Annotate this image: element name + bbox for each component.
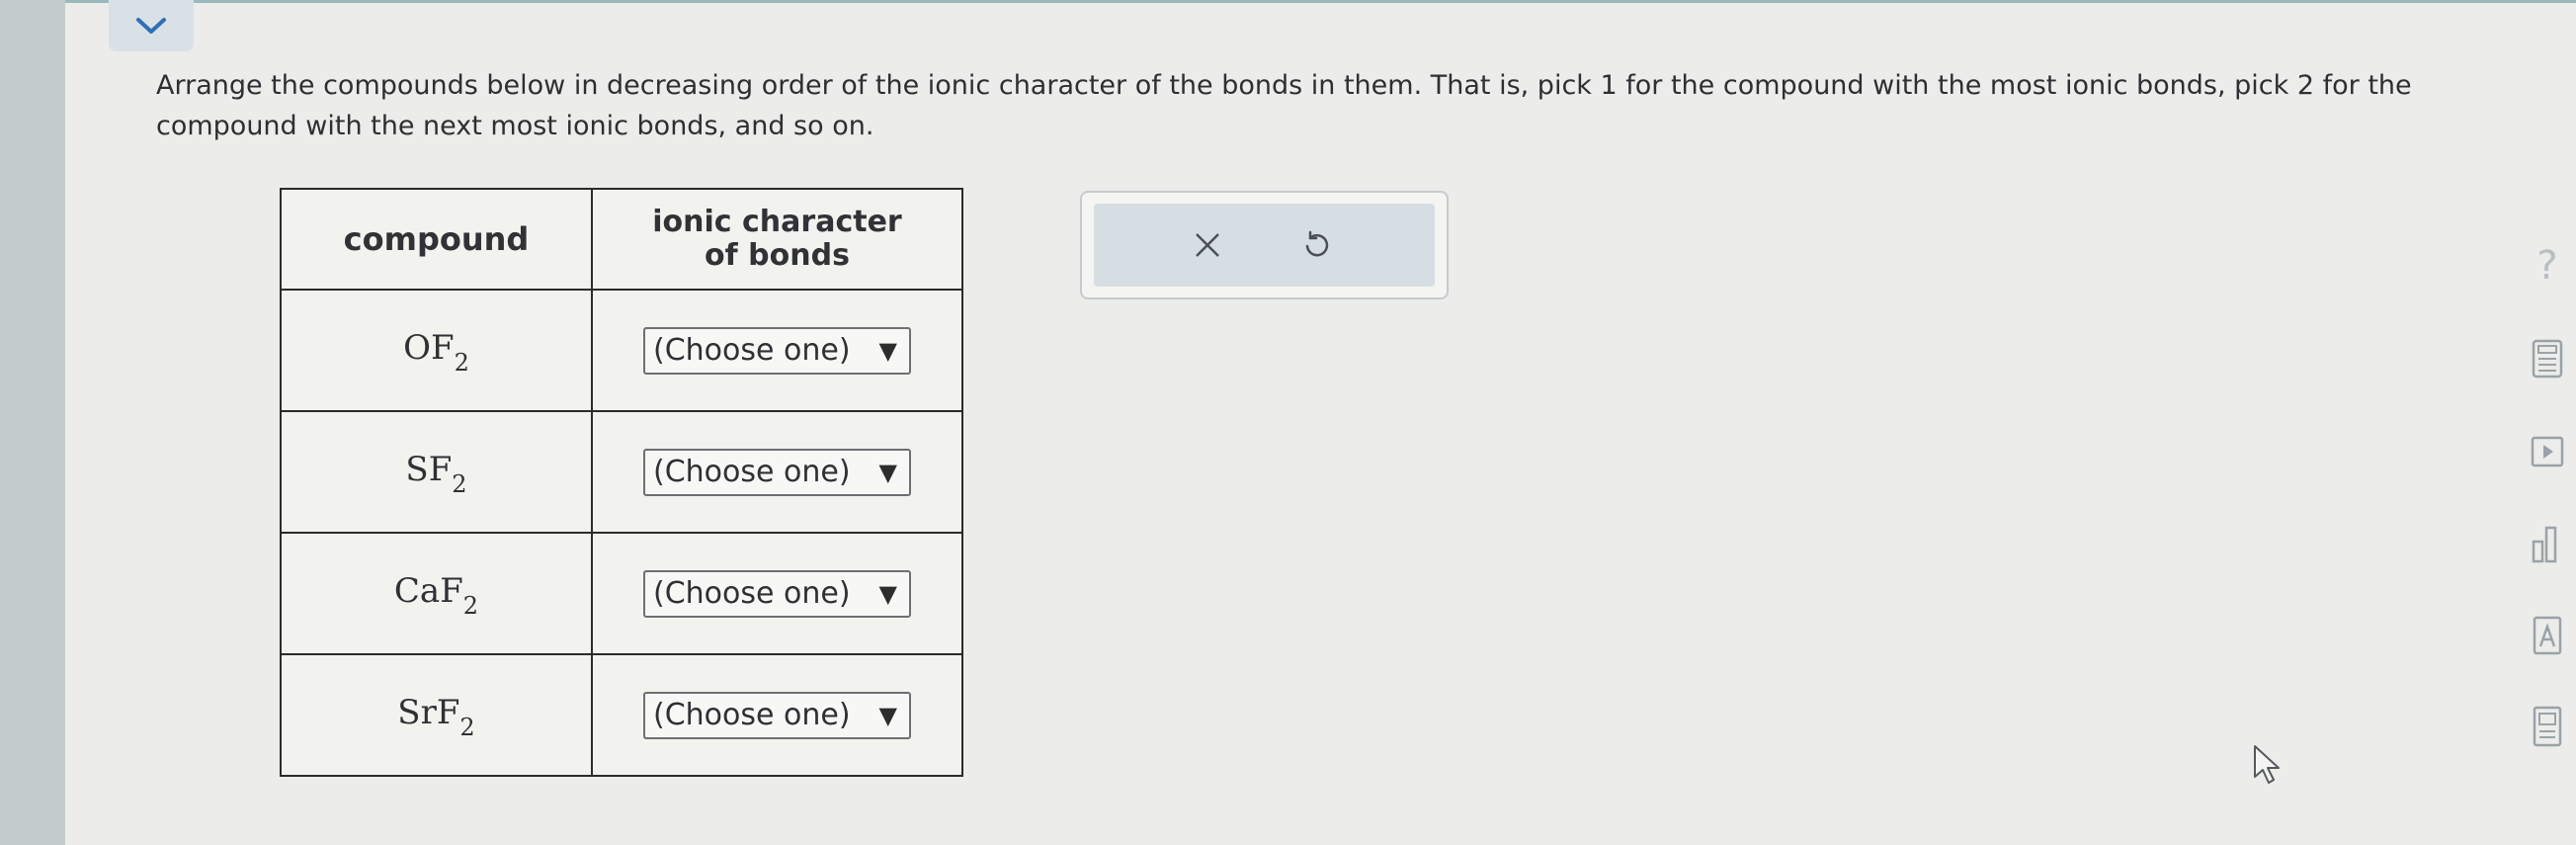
header-ionic-line1: ionic character	[652, 205, 902, 239]
table-row: SF2 (Choose one) ▼	[280, 410, 963, 534]
rank-select[interactable]: (Choose one) ▼	[643, 569, 911, 618]
top-divider	[65, 0, 2576, 3]
dropdown-arrow-icon: ▼	[878, 458, 897, 486]
rank-select-value: (Choose one)	[653, 698, 851, 732]
collapse-button[interactable]	[109, 0, 194, 51]
answer-actions	[1080, 191, 1449, 299]
rank-select-value: (Choose one)	[653, 333, 851, 368]
clear-button[interactable]	[1148, 204, 1267, 287]
table-row: OF2 (Choose one) ▼	[280, 289, 963, 412]
undo-button[interactable]	[1258, 204, 1376, 287]
rank-select[interactable]: (Choose one) ▼	[643, 326, 911, 375]
tool-sidebar: ?	[2519, 0, 2576, 845]
bar-chart-icon	[2532, 526, 2557, 563]
help-button[interactable]: ?	[2519, 243, 2576, 289]
question-icon: ?	[2536, 243, 2558, 289]
calculator-icon	[2532, 339, 2563, 379]
compound-formula: SF2	[280, 410, 593, 534]
periodic-table-icon	[2533, 706, 2562, 747]
chevron-down-icon	[136, 18, 166, 34]
ranking-table: compound ionic character of bonds OF2 (C…	[280, 188, 963, 777]
compound-formula: SrF2	[280, 653, 593, 777]
question-prompt: Arrange the compounds below in decreasin…	[156, 70, 2412, 141]
x-icon	[1196, 233, 1219, 257]
table-header-row: compound ionic character of bonds	[280, 188, 963, 291]
periodic-table-button[interactable]	[2519, 705, 2576, 748]
header-ionic-line2: of bonds	[705, 238, 850, 273]
reference-button[interactable]	[2519, 615, 2576, 656]
dropdown-arrow-icon: ▼	[878, 701, 897, 729]
question-panel: Arrange the compounds below in decreasin…	[65, 0, 2576, 845]
rank-select[interactable]: (Choose one) ▼	[643, 448, 911, 496]
play-icon	[2531, 436, 2564, 467]
left-margin	[0, 0, 65, 845]
rank-select-value: (Choose one)	[653, 455, 851, 489]
header-compound: compound	[280, 188, 593, 291]
table-row: CaF2 (Choose one) ▼	[280, 532, 963, 655]
header-ionic-character: ionic character of bonds	[591, 188, 963, 291]
action-bar	[1094, 204, 1435, 287]
calculator-button[interactable]	[2519, 339, 2576, 379]
reference-icon	[2533, 616, 2562, 655]
data-button[interactable]	[2519, 524, 2576, 563]
compound-formula: CaF2	[280, 532, 593, 655]
pointer-cursor-icon	[2254, 745, 2280, 784]
dropdown-arrow-icon: ▼	[878, 579, 897, 608]
undo-icon	[1305, 230, 1329, 257]
table-row: SrF2 (Choose one) ▼	[280, 653, 963, 777]
rank-select-value: (Choose one)	[653, 576, 851, 611]
dropdown-arrow-icon: ▼	[878, 336, 897, 365]
video-button[interactable]	[2519, 435, 2576, 468]
rank-select[interactable]: (Choose one) ▼	[643, 691, 911, 739]
compound-formula: OF2	[280, 289, 593, 412]
